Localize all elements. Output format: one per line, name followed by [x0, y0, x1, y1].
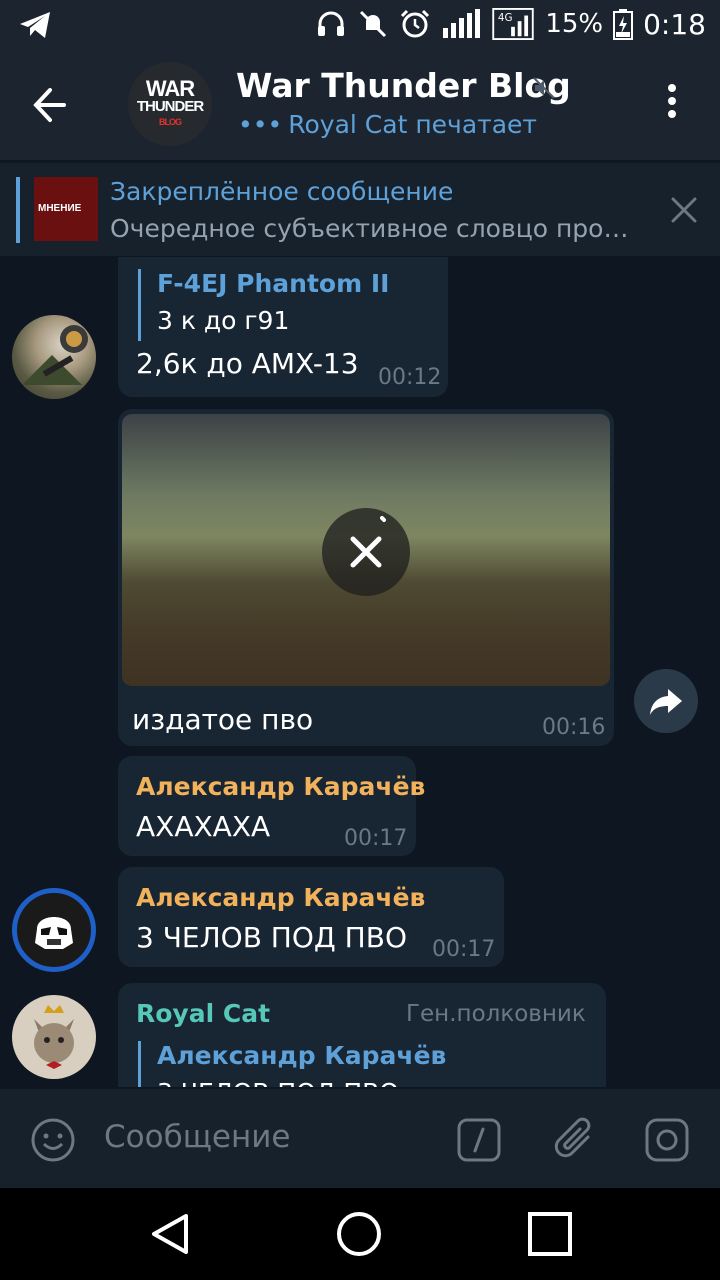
media-time: 00:16 [542, 715, 606, 740]
media-caption: издатое пво [132, 703, 314, 736]
clock: 0:18 [643, 7, 706, 41]
avatar-photo [22, 325, 88, 385]
pinned-message-bar[interactable]: МНЕНИЕ Закреплённое сообщение Очередное … [0, 162, 720, 256]
message-sender[interactable]: Royal Cat [136, 999, 270, 1028]
message-composer: Сообщение [0, 1088, 720, 1188]
pinned-thumbnail: МНЕНИЕ [34, 177, 98, 241]
channel-avatar[interactable]: WAR THUNDER BLOG [128, 62, 212, 146]
typing-text: Royal Cat печатает [288, 110, 537, 139]
message-bubble[interactable]: Royal Cat Ген.полковник Александр Карачё… [118, 983, 606, 1087]
chat-header: WAR THUNDER BLOG War Thunder Blog ••• Roy… [0, 48, 720, 160]
message-sender[interactable]: Александр Карачёв [136, 883, 425, 912]
attach-icon[interactable] [552, 1115, 598, 1163]
emoji-icon[interactable] [30, 1117, 76, 1163]
close-icon [350, 516, 386, 568]
reply-text: 3 к до г91 [157, 306, 290, 335]
media-preview[interactable] [122, 414, 610, 686]
message-input[interactable]: Сообщение [104, 1119, 290, 1155]
status-bar: 4G 15% 0:18 [0, 0, 720, 48]
reply-sender: Александр Карачёв [157, 1041, 447, 1070]
typing-status: ••• Royal Cat печатает [238, 110, 537, 139]
message-time: 00:12 [378, 365, 442, 390]
reply-sender: F-4EJ Phantom II [157, 269, 390, 298]
nav-recents-icon[interactable] [526, 1210, 574, 1258]
user-avatar[interactable] [12, 888, 96, 972]
user-avatar[interactable] [12, 995, 96, 1079]
message-bubble[interactable]: Александр Карачёв 3 ЧЕЛОВ ПОД ПВО 00:17 [118, 867, 504, 967]
message-time: 00:17 [432, 937, 496, 962]
avatar-logo-blog: BLOG [159, 117, 182, 127]
message-sender[interactable]: Александр Карачёв [136, 772, 425, 801]
chat-title[interactable]: War Thunder Blog [236, 66, 571, 105]
battery-percent: 15% [545, 9, 604, 39]
android-nav-bar [0, 1188, 720, 1280]
typing-dots: ••• [238, 110, 283, 139]
reply-quote[interactable]: Александр Карачёв 3 ЧЕЛОВ ПОД ПВО [138, 1041, 446, 1087]
avatar-logo-thunder: THUNDER [136, 98, 204, 115]
pinned-accent-bar [16, 177, 20, 243]
svg-text:4G: 4G [498, 12, 513, 24]
battery-icon [613, 9, 634, 40]
signal-icon [443, 9, 481, 38]
reply-quote[interactable]: F-4EJ Phantom II 3 к до г91 [138, 269, 389, 341]
bot-commands-icon[interactable] [456, 1117, 502, 1163]
message-bubble[interactable]: F-4EJ Phantom II 3 к до г91 2,6к до AMX-… [118, 257, 448, 397]
alarm-icon [401, 9, 430, 38]
stormtrooper-icon [35, 917, 73, 949]
sender-rank: Ген.полковник [406, 1001, 586, 1027]
nav-home-icon[interactable] [335, 1210, 383, 1258]
share-button[interactable] [634, 669, 698, 733]
cat-avatar-icon [34, 1005, 74, 1069]
pinned-title: Закреплённое сообщение [110, 177, 454, 206]
mute-bell-icon [360, 10, 387, 38]
status-icons: 4G 15% 0:18 [315, 0, 706, 48]
message-text: 2,6к до AMX-13 [136, 347, 359, 380]
share-arrow-icon [650, 689, 682, 715]
cancel-download-button[interactable] [322, 508, 410, 596]
telegram-icon [20, 12, 50, 38]
nav-back-icon[interactable] [146, 1210, 194, 1258]
telegram-chat-screen: 4G 15% 0:18 WAR THUNDER BLOG War Thunder [0, 0, 720, 1280]
headset-icon [318, 11, 345, 36]
reply-text: 3 ЧЕЛОВ ПОД ПВО [157, 1078, 446, 1087]
more-menu-icon[interactable] [662, 84, 682, 124]
message-text: АХАХАХА [136, 810, 271, 843]
user-avatar[interactable] [12, 315, 96, 399]
message-text: 3 ЧЕЛОВ ПОД ПВО [136, 921, 407, 954]
back-arrow-icon[interactable] [28, 82, 78, 128]
message-time: 00:17 [344, 826, 408, 851]
pinned-thumb-text: МНЕНИЕ [38, 203, 82, 214]
lte-signal-icon: 4G [492, 8, 535, 40]
message-list[interactable]: F-4EJ Phantom II 3 к до г91 2,6к до AMX-… [0, 257, 720, 1087]
muted-speaker-icon [533, 77, 555, 99]
pinned-text: Очередное субъективное словцо про… [110, 214, 629, 243]
camera-icon[interactable] [644, 1117, 690, 1163]
message-bubble[interactable]: Александр Карачёв АХАХАХА 00:17 [118, 756, 425, 856]
close-pinned-icon[interactable] [670, 196, 698, 224]
